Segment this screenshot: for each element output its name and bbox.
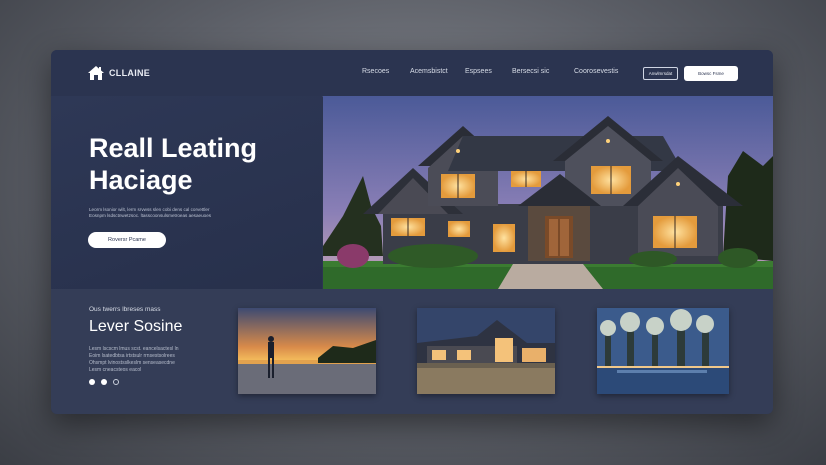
hero-title-line-2: Haciage [89,165,193,195]
section-kicker: Ous twerrs lbreses mass [89,306,161,313]
carousel-dot-2[interactable] [101,379,107,385]
section-desc-line-2: Eoim lsatedbtsa irtstsulr rrnsestsolrees [89,353,175,359]
brand-logo[interactable]: CLLAINE [87,65,150,81]
hero-desc-line-2: Eosnpm lsdsctnwetzsoc. ltasscoonsulsmetr… [89,213,212,218]
hero-house-image [323,96,773,289]
carousel-dot-3[interactable] [113,379,119,385]
nav-item-3[interactable]: Espsees [465,68,492,75]
hero-title-line-1: Reall Leating [89,133,258,163]
browser-window: CLLAINE Rsecoes Acemsbistct Espsees Bers… [51,50,773,414]
section-title: Lever Sosine [89,318,183,335]
solid-button[interactable]: Bowsc Fsme [684,66,738,81]
hero-title: Reall Leating Haciage [89,132,319,196]
house-icon [87,65,105,81]
section-desc-line-1: Lesm lscscm lmus scst. eancelsactesl ln [89,346,179,352]
carousel-dots [89,379,119,385]
brand-name: CLLAINE [109,68,151,78]
hero-description: Leorm lsonior wilt, lerm srvwss slen cob… [89,207,304,219]
section-desc-line-3: Ohsmpt lvinostsslkeslm senseasecdne [89,360,175,366]
nav-item-2[interactable]: Acemsbistct [410,68,448,75]
hero-cta-button[interactable]: Roversr Pcame [88,232,166,248]
house-night-thumbnail[interactable] [417,308,555,394]
nav-item-5[interactable]: Coorosevestis [574,68,618,75]
outline-button[interactable]: Anwlmrsdat [643,67,678,80]
section-description: Lesm lscscm lmus scst. eancelsactesl ln … [89,346,214,374]
section-desc-line-4: Lesm cneacsteos eacol [89,367,142,373]
sunset-pier-thumbnail[interactable] [238,308,376,394]
nav-item-1[interactable]: Rsecoes [362,68,389,75]
lake-trees-thumbnail[interactable] [597,308,729,394]
carousel-dot-1[interactable] [89,379,95,385]
nav-item-4[interactable]: Bersecsi sic [512,68,549,75]
top-nav: CLLAINE Rsecoes Acemsbistct Espsees Bers… [51,50,773,97]
